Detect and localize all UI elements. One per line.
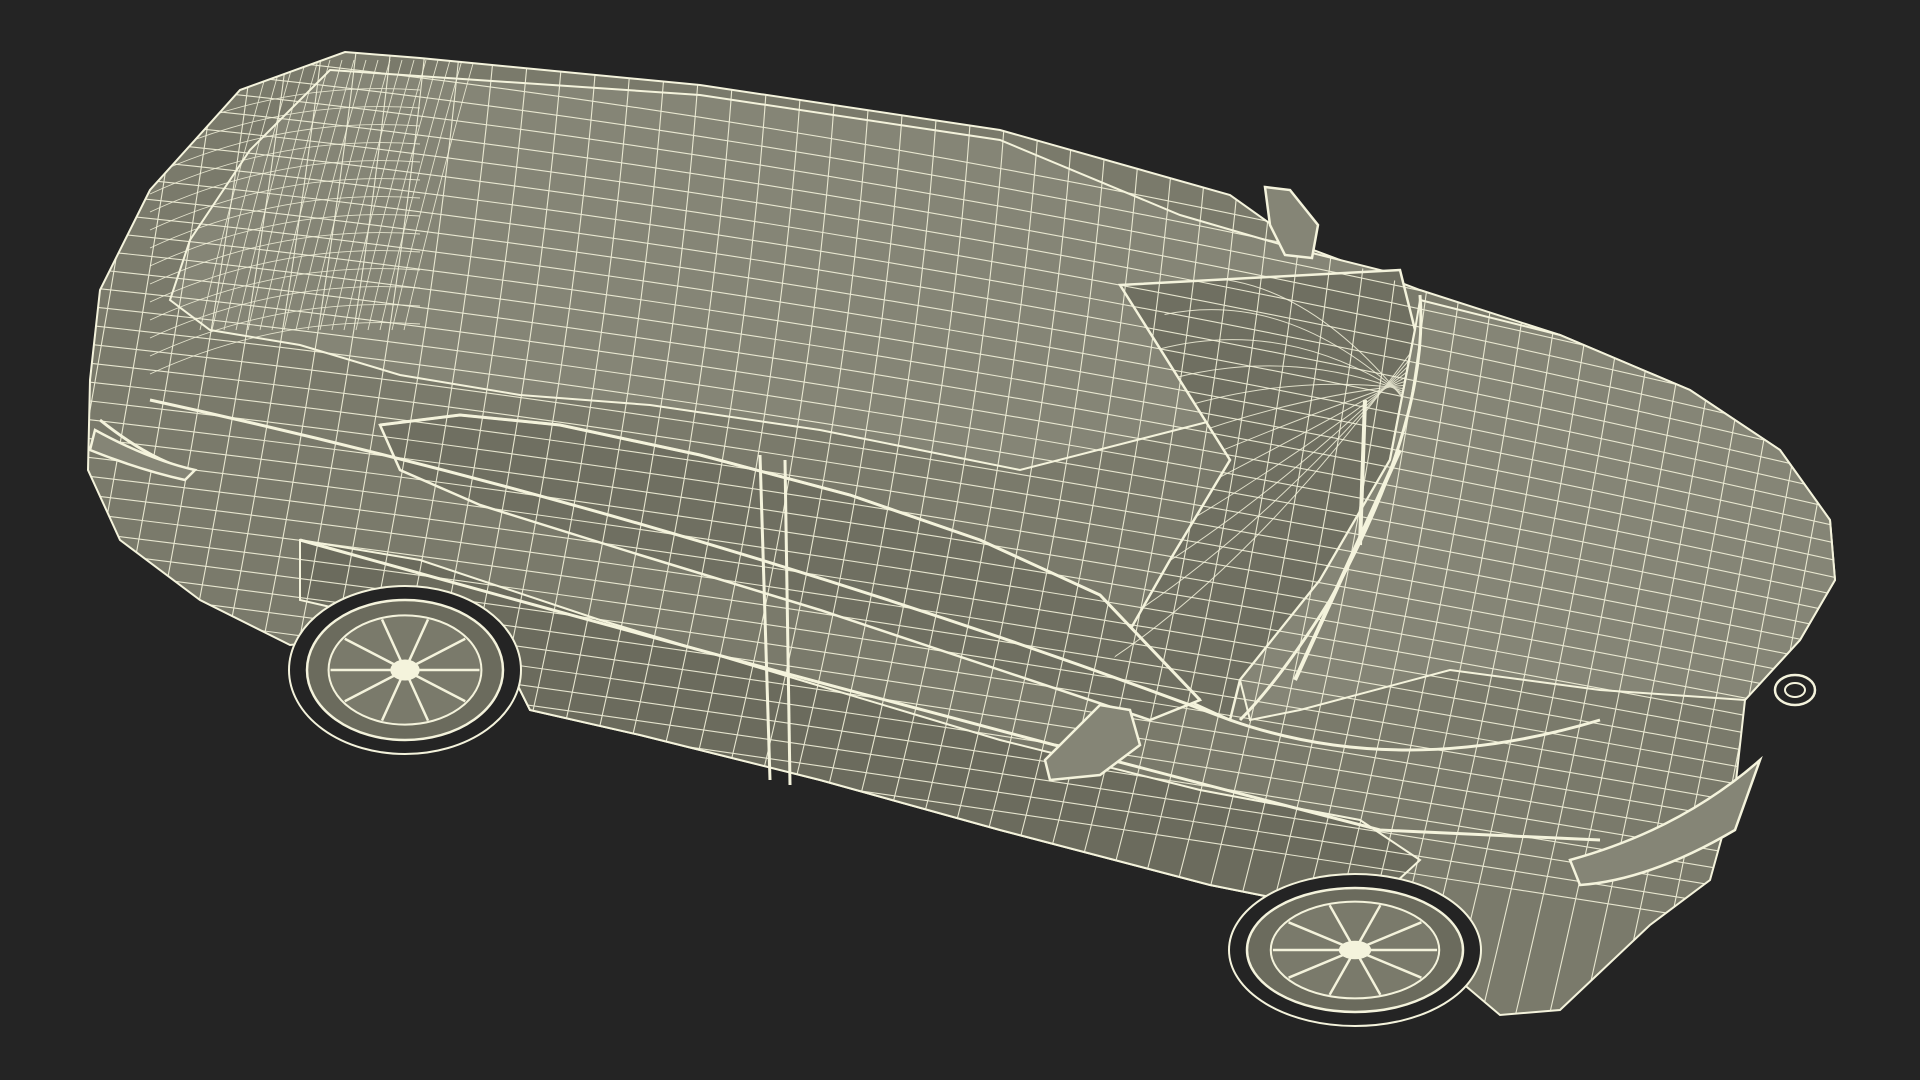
front-wheel xyxy=(1228,873,1482,1027)
brand-emblem xyxy=(1773,673,1817,707)
rear-wheel-hub xyxy=(390,659,420,681)
rear-wheel xyxy=(288,585,522,755)
car-wireframe-render xyxy=(86,50,1837,1027)
front-wheel-hub xyxy=(1338,940,1372,960)
render-viewport xyxy=(0,0,1920,1080)
